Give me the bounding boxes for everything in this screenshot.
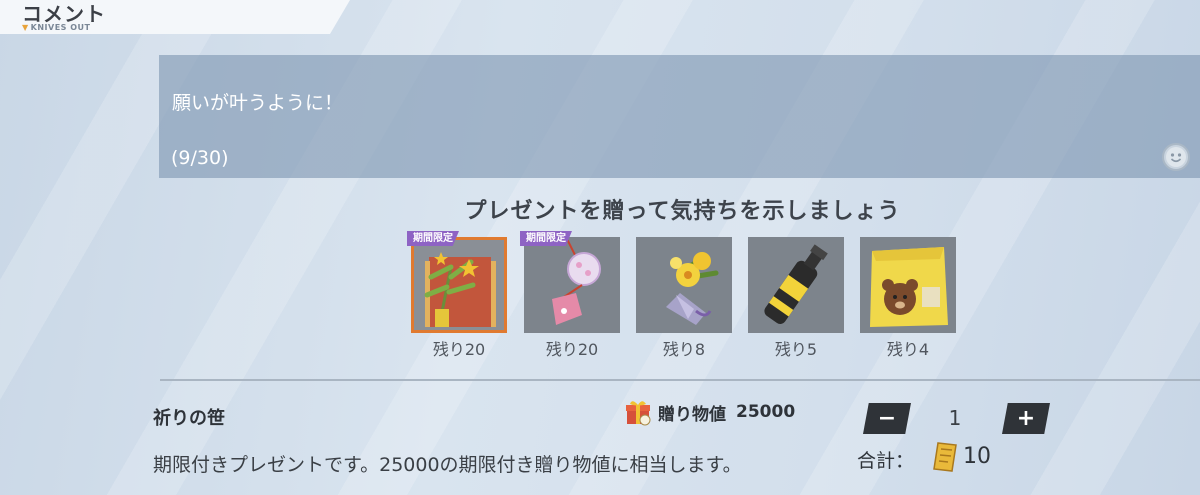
gift-item-soda-bottle[interactable]: 残り5 — [748, 237, 844, 360]
bouquet-icon — [666, 252, 719, 325]
gift-remaining: 残り20 — [545, 340, 599, 359]
bottle-icon — [764, 244, 828, 324]
gift-item-tanabata-bamboo[interactable]: 期間限定 残り20 — [407, 231, 507, 360]
gift-value: 贈り物値 25000 — [624, 398, 795, 426]
gift-box-icon — [626, 401, 651, 426]
divider — [160, 379, 1200, 381]
value-label: 贈り物値 — [658, 404, 726, 425]
gift-remaining: 残り20 — [432, 340, 486, 359]
emoji-button[interactable] — [1162, 143, 1190, 171]
comment-text: 願いが叶うように！ — [172, 92, 344, 114]
gift-remaining: 残り4 — [886, 340, 930, 359]
comment-input[interactable]: 願いが叶うように！ (9/30) — [159, 55, 1200, 178]
gift-item-cookie-bag[interactable]: 残り4 — [860, 237, 956, 360]
wind-chime-icon — [552, 237, 601, 325]
total-label: 合計： — [857, 450, 915, 472]
gift-thumb — [748, 237, 844, 333]
gift-thumb — [411, 237, 507, 333]
smiley-icon — [1166, 147, 1186, 167]
increase-button[interactable]: + — [1002, 403, 1050, 434]
total-value: 10 — [963, 444, 991, 469]
char-count: (9/30) — [171, 147, 229, 169]
gift-remaining: 残り5 — [774, 340, 818, 359]
decrease-button[interactable]: − — [863, 403, 911, 434]
bamboo-icon — [424, 252, 496, 327]
gift-thumb — [524, 237, 620, 333]
gift-heading: プレゼントを贈って気持ちを示しましょう — [464, 199, 901, 224]
quantity-value: 1 — [948, 406, 962, 430]
limited-badge: 期間限定 — [520, 231, 572, 246]
gift-item-wind-chime[interactable]: 期間限定 残り20 — [520, 231, 620, 360]
gift-thumb — [860, 237, 956, 333]
value-amount: 25000 — [736, 402, 796, 422]
gift-remaining: 残り8 — [662, 340, 706, 359]
brand-subtitle-text: KNIVES OUT — [30, 23, 91, 32]
gift-thumb — [636, 237, 732, 333]
header-tab: コメント ▼ KNIVES OUT — [0, 0, 350, 34]
cookie-bag-icon — [870, 247, 948, 327]
gift-item-flower-bouquet[interactable]: 残り8 — [636, 237, 732, 360]
item-name: 祈りの笹 — [153, 408, 225, 429]
brand-subtitle: ▼ KNIVES OUT — [22, 23, 90, 32]
ticket-icon — [933, 442, 957, 472]
item-description: 期限付きプレゼントです。25000の期限付き贈り物値に相当します。 — [153, 454, 742, 476]
triangle-icon: ▼ — [22, 23, 29, 32]
limited-badge: 期間限定 — [407, 231, 459, 246]
